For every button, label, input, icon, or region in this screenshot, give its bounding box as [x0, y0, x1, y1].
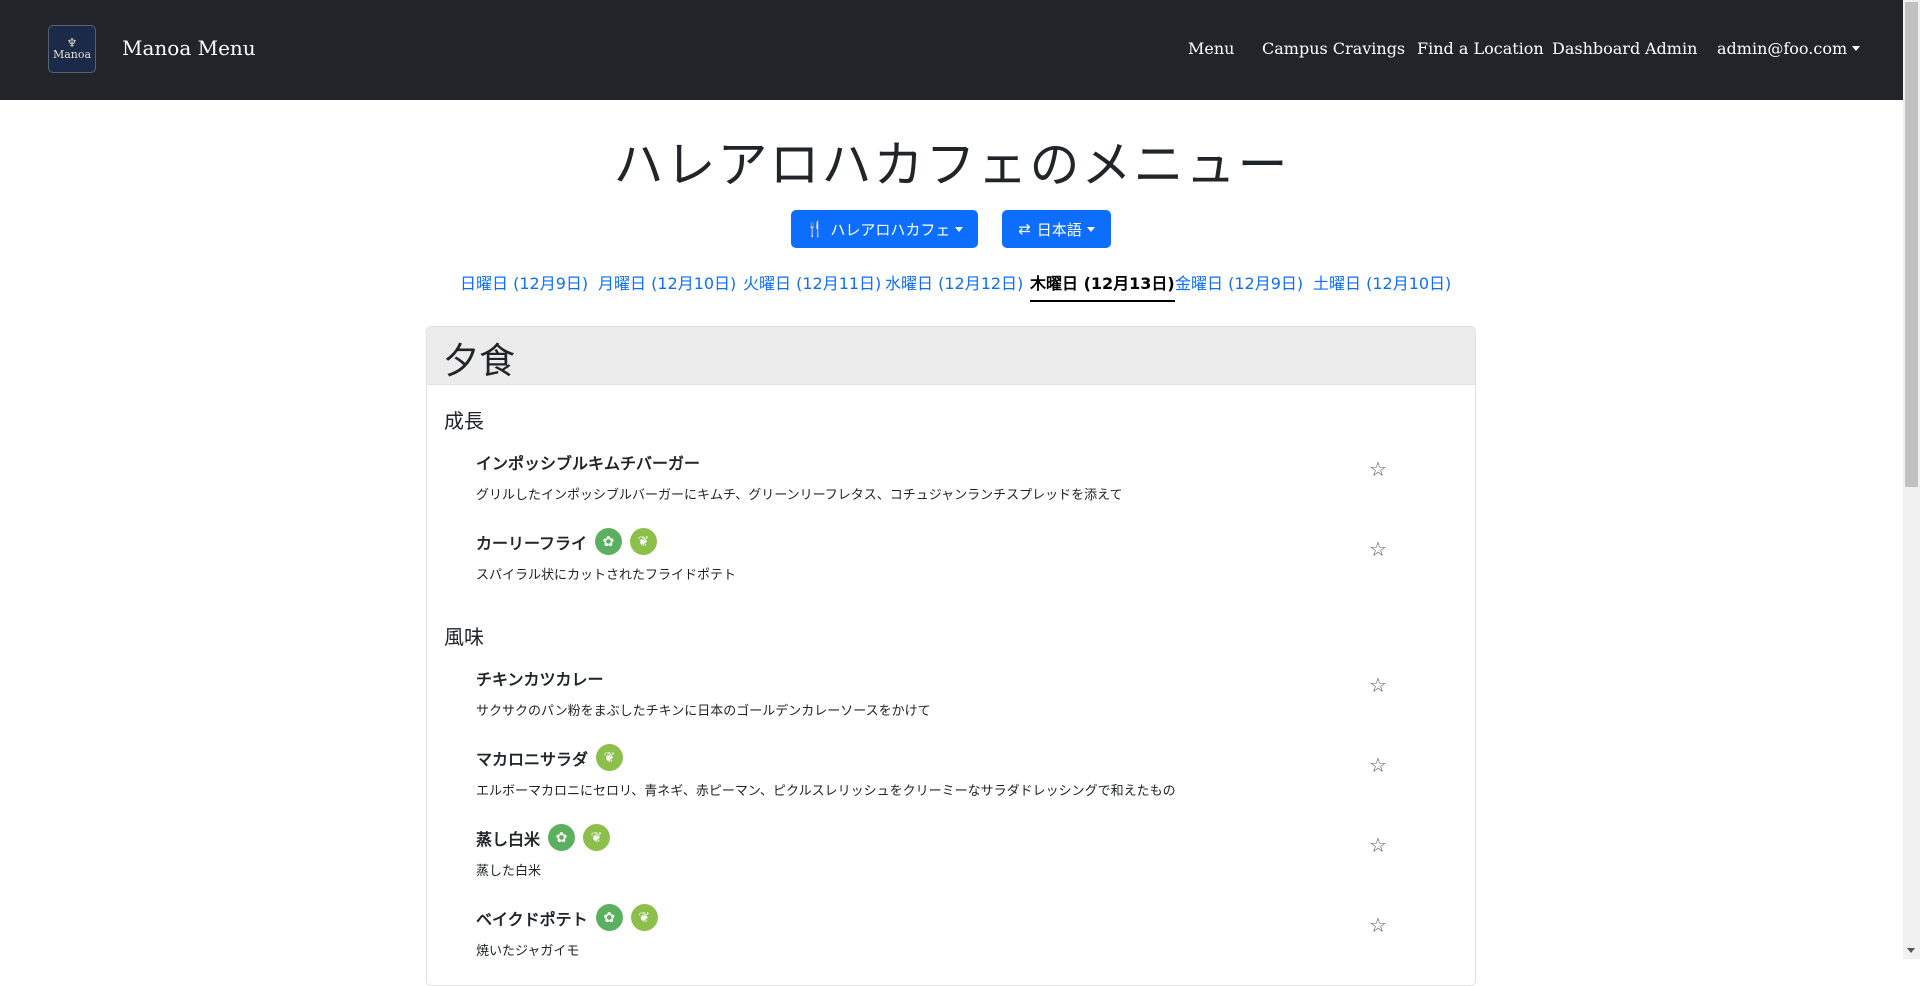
menu-item-title: チキンカツカレー: [476, 670, 604, 689]
meal-card: 夕食 成長 インポッシブルキムチバーガー グリルしたインポッシブルバーガーにキム…: [426, 326, 1476, 986]
menu-item-description: 焼いたジャガイモ: [476, 944, 580, 959]
menu-item-description: グリルしたインポッシブルバーガーにキムチ、グリーンリーフレタス、コチュジャンラン…: [476, 488, 1123, 503]
meal-title: 夕食: [443, 341, 516, 382]
menu-item-description: サクサクのパン粉をまぶしたチキンに日本のゴールデンカレーソースをかけて: [476, 704, 931, 719]
menu-item-title: カーリーフライ: [476, 533, 588, 553]
nav-campus-cravings-link[interactable]: Campus Cravings: [1262, 39, 1405, 58]
chevron-down-icon: [1086, 226, 1095, 232]
top-navbar: ♆ Manoa Manoa Menu Menu Campus Cravings …: [0, 0, 1920, 100]
vegetarian-leaf-icon: ❦: [630, 528, 658, 555]
menu-item-description: 蒸した白米: [476, 864, 542, 879]
vegan-leaf-icon: ✿: [595, 528, 623, 555]
menu-item-name: カーリーフライ ✿ ❦: [476, 528, 658, 555]
meal-card-header: 夕食: [427, 327, 1475, 385]
chevron-down-icon: [1852, 46, 1861, 51]
page-scrollbar[interactable]: [1903, 0, 1920, 959]
menu-item-name: 蒸し白米 ✿ ❦: [476, 824, 611, 851]
favorite-star-icon[interactable]: ☆: [1369, 915, 1387, 935]
user-dropdown[interactable]: admin@foo.com: [1717, 39, 1861, 58]
tab-tuesday[interactable]: 火曜日 (12月11日): [743, 270, 881, 294]
vegetarian-leaf-icon: ❦: [583, 824, 611, 851]
vegetarian-leaf-icon: ❦: [630, 904, 658, 931]
favorite-star-icon[interactable]: ☆: [1369, 835, 1387, 855]
tab-sunday[interactable]: 日曜日 (12月9日): [460, 270, 588, 294]
menu-item-name: ベイクドポテト ✿ ❦: [476, 904, 658, 931]
menu-item-title: ベイクドポテト: [476, 909, 588, 929]
menu-item-name: インポッシブルキムチバーガー: [476, 450, 700, 474]
menu-item-title: マカロニサラダ: [476, 749, 589, 769]
logo-text: Manoa: [52, 48, 92, 61]
menu-item-name: マカロニサラダ ❦: [476, 744, 624, 771]
menu-item-name: チキンカツカレー: [476, 666, 604, 690]
logo[interactable]: ♆ Manoa: [48, 25, 96, 73]
location-button-label: ハレアロハカフェ: [830, 220, 951, 239]
tab-wednesday[interactable]: 水曜日 (12月12日): [885, 270, 1023, 294]
tab-thursday[interactable]: 木曜日 (12月13日): [1030, 270, 1175, 302]
favorite-star-icon[interactable]: ☆: [1369, 755, 1387, 775]
language-dropdown-button[interactable]: ⇄ 日本語: [1002, 210, 1111, 248]
nav-admin-link[interactable]: Admin: [1645, 39, 1697, 58]
nav-menu-link[interactable]: Menu: [1188, 39, 1234, 58]
vegan-leaf-icon: ✿: [548, 824, 576, 851]
chevron-down-icon: [955, 226, 964, 232]
utensils-icon: 🍴: [805, 220, 825, 238]
vegan-leaf-icon: ✿: [595, 904, 623, 931]
menu-item-title: インポッシブルキムチバーガー: [476, 454, 701, 473]
language-button-label: 日本語: [1036, 220, 1082, 239]
scrollbar-thumb[interactable]: [1905, 2, 1918, 487]
station-heading: 風味: [444, 625, 484, 649]
menu-item-title: 蒸し白米: [476, 829, 541, 849]
tab-friday[interactable]: 金曜日 (12月9日): [1175, 270, 1303, 294]
translate-icon: ⇄: [1018, 220, 1031, 238]
favorite-star-icon[interactable]: ☆: [1369, 459, 1387, 479]
nav-find-location-link[interactable]: Find a Location: [1417, 39, 1544, 58]
menu-item-description: エルボーマカロニにセロリ、青ネギ、赤ピーマン、ピクルスレリッシュをクリーミーなサ…: [476, 784, 1176, 799]
station-heading: 成長: [444, 409, 484, 433]
favorite-star-icon[interactable]: ☆: [1369, 675, 1387, 695]
brand-name[interactable]: Manoa Menu: [122, 36, 256, 60]
tab-saturday[interactable]: 土曜日 (12月10日): [1313, 270, 1451, 294]
menu-item-description: スパイラル状にカットされたフライドポテト: [476, 568, 737, 583]
location-dropdown-button[interactable]: 🍴 ハレアロハカフェ: [791, 210, 978, 248]
page-title: ハレアロハカフェのメニュー: [613, 136, 1290, 194]
favorite-star-icon[interactable]: ☆: [1369, 539, 1387, 559]
user-email: admin@foo.com: [1717, 39, 1848, 58]
nav-dashboard-link[interactable]: Dashboard: [1552, 39, 1640, 58]
tab-monday[interactable]: 月曜日 (12月10日): [598, 270, 736, 294]
vegetarian-leaf-icon: ❦: [596, 744, 624, 771]
scroll-down-arrow-icon[interactable]: [1907, 948, 1915, 953]
